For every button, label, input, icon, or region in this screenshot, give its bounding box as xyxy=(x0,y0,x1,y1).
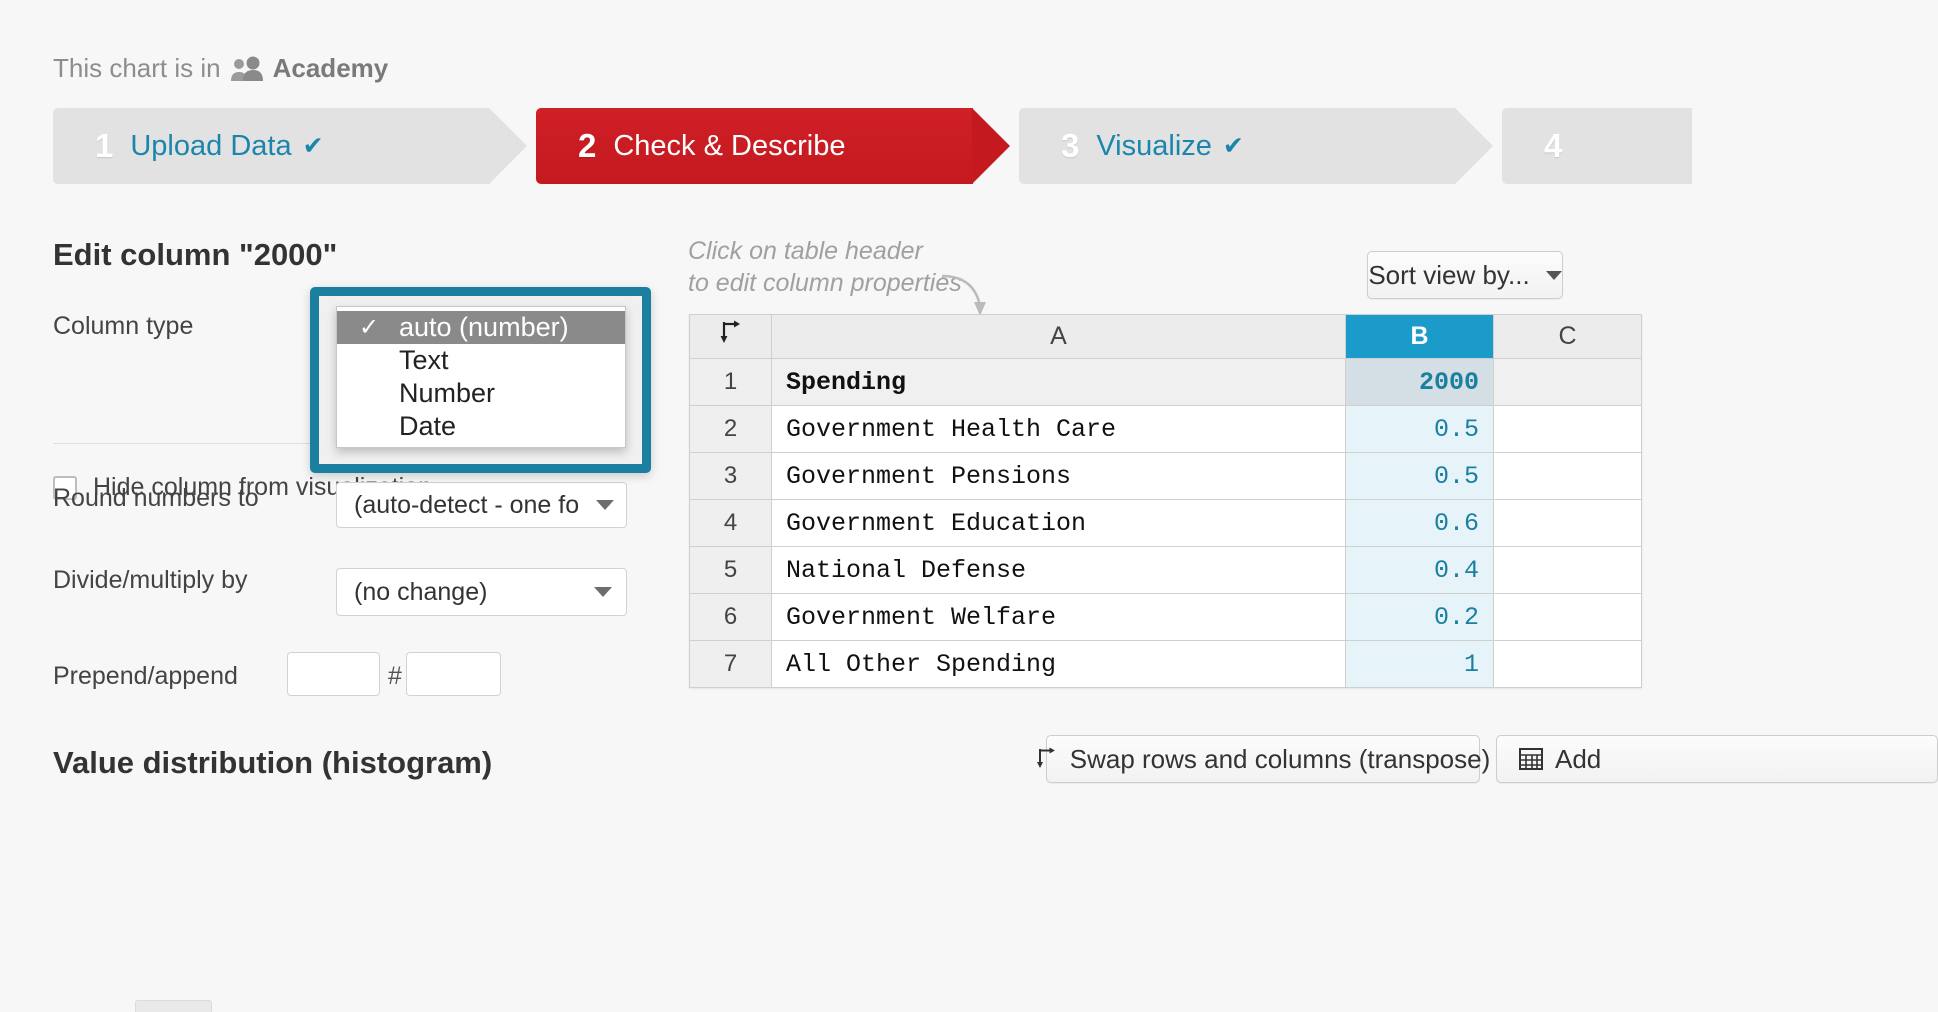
page-title: Edit column "2000" xyxy=(53,237,337,273)
cell-A[interactable]: Spending xyxy=(772,359,1346,406)
dropdown-option-label: Number xyxy=(399,378,495,408)
transpose-icon xyxy=(1036,747,1058,771)
step-3-number: 3 xyxy=(1061,127,1079,165)
breadcrumb-org[interactable]: Academy xyxy=(273,53,389,84)
append-input[interactable] xyxy=(406,652,501,696)
cell-A[interactable]: Government Education xyxy=(772,500,1346,547)
step-1-number: 1 xyxy=(95,127,113,165)
dropdown-option-label: auto (number) xyxy=(399,312,569,342)
cell-B[interactable]: 0.6 xyxy=(1346,500,1494,547)
cell-C[interactable] xyxy=(1494,359,1642,406)
cell-B[interactable]: 0.5 xyxy=(1346,406,1494,453)
step-visualize[interactable]: 3 Visualize ✔ xyxy=(1019,108,1456,184)
cell-C[interactable] xyxy=(1494,594,1642,641)
cell-A[interactable]: Government Health Care xyxy=(772,406,1346,453)
column-type-dropdown-menu[interactable]: ✓ auto (number) Text Number Date xyxy=(336,306,626,448)
row-number: 4 xyxy=(690,500,772,547)
divide-multiply-value: (no change) xyxy=(354,578,487,607)
chevron-down-icon xyxy=(594,587,612,597)
divide-multiply-label: Divide/multiply by xyxy=(53,564,293,597)
swap-rows-columns-button[interactable]: Swap rows and columns (transpose) xyxy=(1046,735,1480,783)
histogram-title: Value distribution (histogram) xyxy=(53,745,492,781)
step-4-number: 4 xyxy=(1544,127,1562,165)
row-number: 1 xyxy=(690,359,772,406)
row-number: 6 xyxy=(690,594,772,641)
table-row[interactable]: 2 Government Health Care 0.5 xyxy=(690,406,1642,453)
hash-symbol: # xyxy=(388,662,402,691)
table-row[interactable]: 4 Government Education 0.6 xyxy=(690,500,1642,547)
table-row[interactable]: 7 All Other Spending 1 xyxy=(690,641,1642,688)
prepend-append-label: Prepend/append xyxy=(53,662,313,691)
step-check-describe[interactable]: 2 Check & Describe xyxy=(536,108,973,184)
dropdown-option-date[interactable]: Date xyxy=(337,410,625,443)
cell-B[interactable]: 0.2 xyxy=(1346,594,1494,641)
cell-C[interactable] xyxy=(1494,406,1642,453)
dropdown-option-label: Date xyxy=(399,411,456,441)
prepend-input[interactable] xyxy=(287,652,380,696)
table-row[interactable]: 5 National Defense 0.4 xyxy=(690,547,1642,594)
breadcrumb-prefix: This chart is in xyxy=(53,53,221,84)
data-table[interactable]: A B C 1 Spending 2000 2 Government Healt… xyxy=(689,314,1642,688)
cell-B[interactable]: 1 xyxy=(1346,641,1494,688)
cell-C[interactable] xyxy=(1494,641,1642,688)
breadcrumb: This chart is in Academy xyxy=(53,53,388,84)
dropdown-option-auto-number[interactable]: ✓ auto (number) xyxy=(337,311,625,344)
cell-A[interactable]: Government Welfare xyxy=(772,594,1346,641)
step-3-check-icon: ✔ xyxy=(1223,131,1244,161)
row-number: 5 xyxy=(690,547,772,594)
row-number: 2 xyxy=(690,406,772,453)
add-button[interactable]: Add xyxy=(1496,735,1938,783)
hint-line-2: to edit column properties xyxy=(688,267,962,299)
round-numbers-label: Round numbers to xyxy=(53,482,293,515)
step-1-check-icon: ✔ xyxy=(303,131,324,161)
cell-A[interactable]: Government Pensions xyxy=(772,453,1346,500)
cell-C[interactable] xyxy=(1494,453,1642,500)
cell-B[interactable]: 0.5 xyxy=(1346,453,1494,500)
table-corner-transpose-icon[interactable] xyxy=(690,315,772,359)
row-number: 3 xyxy=(690,453,772,500)
dropdown-option-text[interactable]: Text xyxy=(337,344,625,377)
wizard-steps: 1 Upload Data ✔ 2 Check & Describe 3 Vis… xyxy=(53,108,1692,184)
dropdown-option-number[interactable]: Number xyxy=(337,377,625,410)
chevron-down-icon xyxy=(1546,271,1562,280)
check-icon: ✓ xyxy=(359,311,379,344)
add-label: Add xyxy=(1555,744,1601,775)
sort-view-by-label: Sort view by... xyxy=(1368,260,1529,291)
cell-A[interactable]: National Defense xyxy=(772,547,1346,594)
cell-C[interactable] xyxy=(1494,547,1642,594)
column-type-label: Column type xyxy=(53,312,193,341)
grid-icon xyxy=(1519,747,1543,771)
cell-A[interactable]: All Other Spending xyxy=(772,641,1346,688)
histogram-bar xyxy=(135,1000,212,1012)
table-header-row: A B C xyxy=(690,315,1642,359)
round-numbers-value: (auto-detect - one fo xyxy=(354,491,579,520)
step-2-label: Check & Describe xyxy=(613,130,845,163)
step-publish[interactable]: 4 xyxy=(1502,108,1692,184)
table-row[interactable]: 1 Spending 2000 xyxy=(690,359,1642,406)
round-numbers-select[interactable]: (auto-detect - one fo xyxy=(336,482,627,528)
column-header-A[interactable]: A xyxy=(772,315,1346,359)
step-3-label: Visualize xyxy=(1096,130,1212,163)
step-upload-data[interactable]: 1 Upload Data ✔ xyxy=(53,108,490,184)
app-page: This chart is in Academy 1 Upload Data ✔… xyxy=(0,0,1938,1012)
sort-view-by-button[interactable]: Sort view by... xyxy=(1367,251,1563,299)
column-header-B[interactable]: B xyxy=(1346,315,1494,359)
swap-rows-columns-label: Swap rows and columns (transpose) xyxy=(1070,744,1491,775)
table-row[interactable]: 6 Government Welfare 0.2 xyxy=(690,594,1642,641)
hint-line-1: Click on table header xyxy=(688,235,962,267)
chevron-down-icon xyxy=(596,500,614,510)
row-number: 7 xyxy=(690,641,772,688)
table-body: 1 Spending 2000 2 Government Health Care… xyxy=(690,359,1642,688)
cell-C[interactable] xyxy=(1494,500,1642,547)
step-1-label: Upload Data xyxy=(130,130,291,163)
people-icon xyxy=(230,56,264,82)
cell-B[interactable]: 2000 xyxy=(1346,359,1494,406)
dropdown-option-label: Text xyxy=(399,345,449,375)
column-header-C[interactable]: C xyxy=(1494,315,1642,359)
table-row[interactable]: 3 Government Pensions 0.5 xyxy=(690,453,1642,500)
table-header-hint: Click on table header to edit column pro… xyxy=(688,235,962,299)
step-2-number: 2 xyxy=(578,127,596,165)
divide-multiply-select[interactable]: (no change) xyxy=(336,568,627,616)
cell-B[interactable]: 0.4 xyxy=(1346,547,1494,594)
